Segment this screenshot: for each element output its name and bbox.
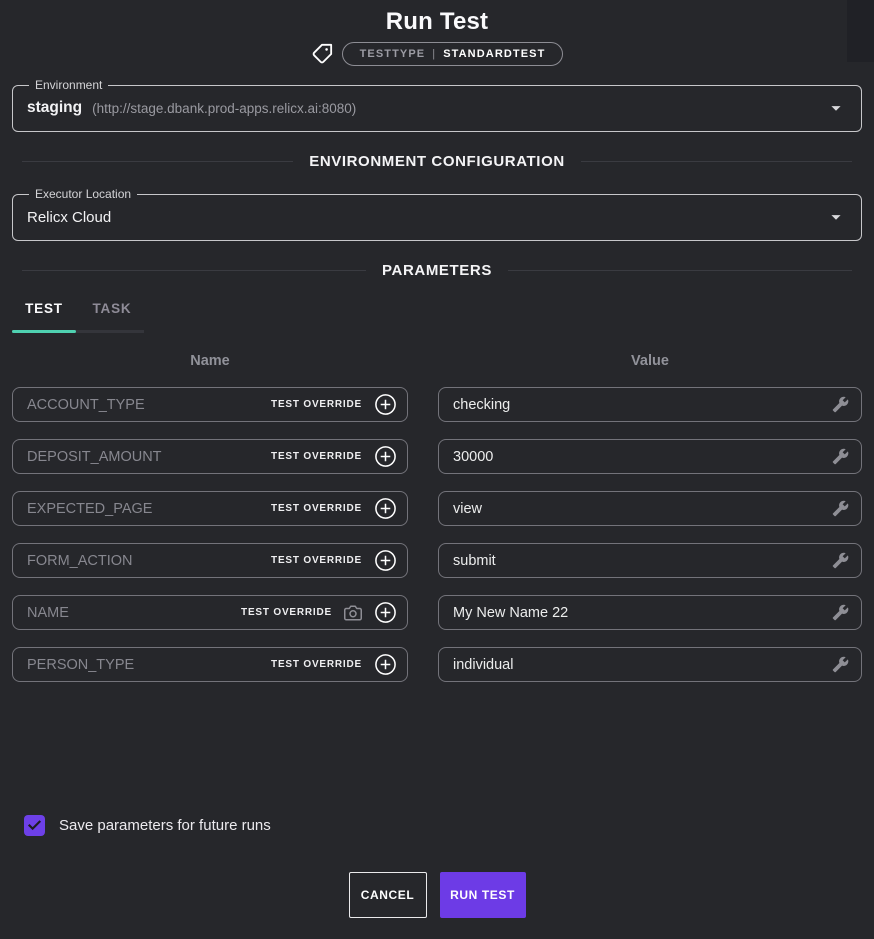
- badge-key: TESTTYPE: [360, 48, 426, 60]
- param-name-field[interactable]: FORM_ACTION TEST OVERRIDE: [12, 543, 408, 578]
- param-value: checking: [453, 397, 832, 413]
- param-value: 30000: [453, 449, 832, 465]
- wrench-icon[interactable]: [832, 396, 849, 413]
- wrench-icon[interactable]: [832, 604, 849, 621]
- run-test-dialog: Run Test TESTTYPE | STANDARDTEST Environ…: [0, 0, 874, 939]
- wrench-icon[interactable]: [832, 500, 849, 517]
- wrench-icon[interactable]: [832, 552, 849, 569]
- param-value-field[interactable]: submit: [438, 543, 862, 578]
- test-override-label: TEST OVERRIDE: [271, 451, 362, 462]
- parameters-divider: PARAMETERS: [22, 262, 852, 279]
- param-value-field[interactable]: checking: [438, 387, 862, 422]
- corner-overlay: [847, 0, 874, 62]
- save-parameters-row: Save parameters for future runs: [24, 815, 874, 836]
- param-value-field[interactable]: individual: [438, 647, 862, 682]
- test-override-label: TEST OVERRIDE: [271, 555, 362, 566]
- save-parameters-label: Save parameters for future runs: [59, 817, 271, 834]
- run-test-button[interactable]: RUN TEST: [440, 872, 526, 918]
- param-name: EXPECTED_PAGE: [27, 501, 271, 517]
- plus-circle-icon[interactable]: [374, 393, 397, 416]
- param-row: PERSON_TYPE TEST OVERRIDE individual: [12, 647, 862, 682]
- parameters-title: PARAMETERS: [382, 262, 492, 279]
- tab-test[interactable]: TEST: [12, 301, 76, 330]
- param-name-field[interactable]: EXPECTED_PAGE TEST OVERRIDE: [12, 491, 408, 526]
- environment-select-field: Environment staging (http://stage.dbank.…: [12, 78, 862, 132]
- test-override-label: TEST OVERRIDE: [271, 659, 362, 670]
- param-name-field[interactable]: DEPOSIT_AMOUNT TEST OVERRIDE: [12, 439, 408, 474]
- param-name-field[interactable]: PERSON_TYPE TEST OVERRIDE: [12, 647, 408, 682]
- environment-url: (http://stage.dbank.prod-apps.relicx.ai:…: [92, 101, 356, 116]
- cancel-button[interactable]: CANCEL: [349, 872, 427, 918]
- badge-separator: |: [432, 48, 436, 60]
- checkmark-icon: [27, 818, 42, 833]
- plus-circle-icon[interactable]: [374, 445, 397, 468]
- param-name: ACCOUNT_TYPE: [27, 397, 271, 413]
- executor-location-label: Executor Location: [29, 187, 137, 201]
- executor-location-field: Executor Location Relicx Cloud: [12, 187, 862, 241]
- param-value-field[interactable]: My New Name 22: [438, 595, 862, 630]
- parameters-tabs: TEST TASK: [12, 301, 144, 333]
- chevron-down-icon[interactable]: [825, 206, 847, 228]
- param-row: EXPECTED_PAGE TEST OVERRIDE view: [12, 491, 862, 526]
- param-name: NAME: [27, 605, 241, 621]
- environment-value: staging: [27, 99, 82, 117]
- param-name-field[interactable]: ACCOUNT_TYPE TEST OVERRIDE: [12, 387, 408, 422]
- plus-circle-icon[interactable]: [374, 497, 397, 520]
- test-override-label: TEST OVERRIDE: [271, 503, 362, 514]
- environment-configuration-title: ENVIRONMENT CONFIGURATION: [309, 153, 565, 170]
- save-parameters-checkbox[interactable]: [24, 815, 45, 836]
- plus-circle-icon[interactable]: [374, 549, 397, 572]
- test-override-label: TEST OVERRIDE: [271, 399, 362, 410]
- name-column-header: Name: [12, 353, 408, 369]
- active-tab-indicator: [12, 330, 76, 333]
- param-value-field[interactable]: view: [438, 491, 862, 526]
- plus-circle-icon[interactable]: [374, 653, 397, 676]
- page-title: Run Test: [0, 0, 874, 36]
- test-type-badge: TESTTYPE | STANDARDTEST: [342, 42, 564, 66]
- param-name-field[interactable]: NAME TEST OVERRIDE: [12, 595, 408, 630]
- dialog-actions: CANCEL RUN TEST: [0, 872, 874, 918]
- param-value: individual: [453, 657, 832, 673]
- camera-icon[interactable]: [344, 604, 362, 622]
- chevron-down-icon[interactable]: [825, 97, 847, 119]
- environment-label: Environment: [29, 78, 108, 92]
- test-type-badge-row: TESTTYPE | STANDARDTEST: [0, 42, 874, 66]
- executor-location-value: Relicx Cloud: [27, 209, 111, 226]
- badge-value: STANDARDTEST: [443, 48, 545, 60]
- param-row: NAME TEST OVERRIDE My New Name 22: [12, 595, 862, 630]
- test-override-label: TEST OVERRIDE: [241, 607, 332, 618]
- wrench-icon[interactable]: [832, 656, 849, 673]
- param-name: FORM_ACTION: [27, 553, 271, 569]
- param-name: PERSON_TYPE: [27, 657, 271, 673]
- executor-location-select[interactable]: Relicx Cloud: [27, 203, 847, 231]
- param-value: view: [453, 501, 832, 517]
- wrench-icon[interactable]: [832, 448, 849, 465]
- tag-icon: [311, 43, 333, 65]
- param-name: DEPOSIT_AMOUNT: [27, 449, 271, 465]
- environment-configuration-divider: ENVIRONMENT CONFIGURATION: [22, 153, 852, 170]
- tab-task[interactable]: TASK: [84, 301, 140, 330]
- plus-circle-icon[interactable]: [374, 601, 397, 624]
- parameters-column-headers: Name Value: [12, 353, 862, 369]
- param-value: submit: [453, 553, 832, 569]
- param-value: My New Name 22: [453, 605, 832, 621]
- param-row: FORM_ACTION TEST OVERRIDE submit: [12, 543, 862, 578]
- param-value-field[interactable]: 30000: [438, 439, 862, 474]
- value-column-header: Value: [438, 353, 862, 369]
- param-row: DEPOSIT_AMOUNT TEST OVERRIDE 30000: [12, 439, 862, 474]
- param-row: ACCOUNT_TYPE TEST OVERRIDE checking: [12, 387, 862, 422]
- environment-select[interactable]: staging (http://stage.dbank.prod-apps.re…: [27, 94, 847, 122]
